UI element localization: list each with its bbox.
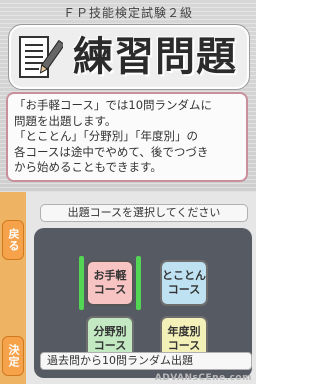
notepad-icon [19, 36, 63, 78]
confirm-button[interactable]: 決定 [2, 336, 24, 376]
selection-bracket-left [79, 256, 84, 310]
title-banner: 練習問題 [8, 24, 250, 90]
top-screen: ＦＰ技能検定試験２級 練習問題 「お手軽コース」では10問ランダムに 問題を出題… [0, 0, 256, 192]
course-label: 年度別 [167, 325, 201, 338]
selection-bracket-right [136, 256, 141, 310]
description-line: 「お手軽コース」では10問ランダムに [14, 98, 213, 112]
course-label: お手軽 [93, 269, 127, 282]
description-box: 「お手軽コース」では10問ランダムに 問題を出題します。 「とことん」「分野別」… [6, 92, 248, 182]
banner-title: 練習問題 [73, 34, 237, 80]
exam-title: ＦＰ技能検定試験２級 [62, 6, 193, 20]
description-line: から始めることもできます。 [14, 160, 162, 174]
back-button[interactable]: 戻る [2, 220, 24, 260]
course-label: コース [167, 339, 201, 352]
course-label: コース [93, 283, 127, 296]
description-line: 問題を出題します。 [14, 113, 117, 128]
course-label: コース [167, 283, 201, 296]
watermark: ADVANsCEne.com [154, 373, 252, 383]
status-bar: 過去問から10問ランダム出題 [40, 352, 252, 370]
course-instruction: 出題コースを選択してください [40, 204, 248, 222]
description-line: 各コースは途中でやめて、後でつづき [14, 144, 209, 159]
course-button-tokoton[interactable]: とことん コース [160, 260, 208, 306]
description-line: 「とことん」「分野別」「年度別」の [14, 129, 198, 143]
course-label: コース [93, 339, 127, 352]
course-label: 分野別 [93, 325, 127, 338]
course-label: とことん [162, 269, 206, 282]
course-button-otegaru[interactable]: お手軽 コース [86, 260, 134, 306]
